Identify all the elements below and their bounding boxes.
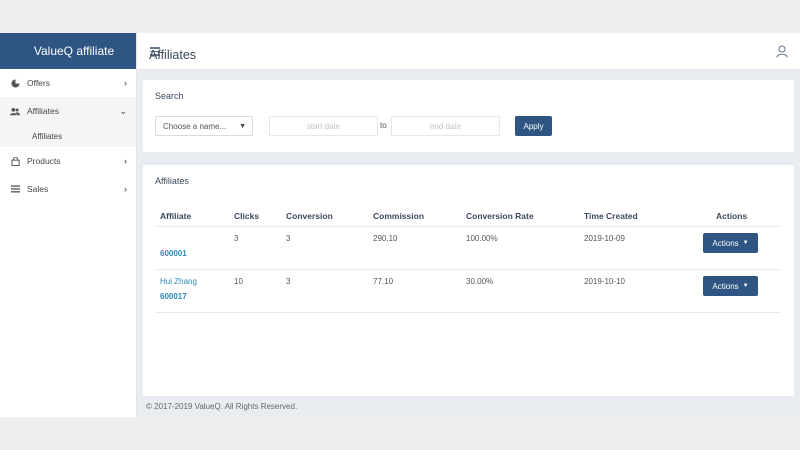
users-icon <box>10 106 20 116</box>
conversion-cell: 3 <box>286 277 291 286</box>
column-header-conversion-rate: Conversion Rate <box>466 211 534 221</box>
search-card: Search Choose a name... ▼ start date to … <box>143 80 794 152</box>
apply-button[interactable]: Apply <box>515 116 552 136</box>
time-created-cell: 2019-10-09 <box>584 234 625 243</box>
table-header: Affiliate Clicks Conversion Commission C… <box>155 205 781 227</box>
sidebar-item-products[interactable]: Products › <box>0 147 136 175</box>
name-select[interactable]: Choose a name... ▼ <box>155 116 253 136</box>
affiliate-id-link[interactable]: 600017 <box>160 292 187 301</box>
list-icon <box>10 184 20 194</box>
caret-down-icon: ▼ <box>742 240 749 246</box>
bag-icon <box>10 156 20 166</box>
page-title: Affiliates <box>149 48 197 62</box>
date-range-to-label: to <box>380 121 387 130</box>
column-header-clicks: Clicks <box>234 211 260 221</box>
actions-button[interactable]: Actions ▼ <box>703 276 758 296</box>
column-header-commission: Commission <box>373 211 425 221</box>
column-header-actions: Actions <box>716 211 748 221</box>
actions-button-label: Actions <box>712 238 739 248</box>
clicks-cell: 10 <box>234 277 243 286</box>
table-row: Hui Zhang 600017 10 3 77.10 30.00% 2019-… <box>155 270 781 313</box>
column-header-conversion: Conversion <box>286 211 333 221</box>
sidebar-item-label: Sales <box>27 184 49 194</box>
footer: © 2017-2019 ValueQ. All Rights Reserved. <box>137 396 800 417</box>
chevron-down-icon: ⌄ <box>119 105 127 116</box>
topbar <box>137 33 800 69</box>
pie-chart-icon <box>10 78 20 88</box>
sidebar: ValueQ affiliate Offers › Affiliates ⌄ A… <box>0 33 137 417</box>
caret-down-icon: ▼ <box>742 283 749 289</box>
sidebar-item-label: Offers <box>27 78 50 88</box>
start-date-input[interactable]: start date <box>269 116 378 136</box>
conversion-rate-cell: 30.00% <box>466 277 494 286</box>
sidebar-subitem-affiliates[interactable]: Affiliates <box>0 125 136 147</box>
affiliate-name-link[interactable]: Hui Zhang <box>160 277 197 286</box>
column-header-time-created: Time Created <box>584 211 638 221</box>
sidebar-item-label: Products <box>27 156 61 166</box>
clicks-cell: 3 <box>234 234 239 243</box>
conversion-cell: 3 <box>286 234 291 243</box>
search-card-title: Search <box>155 91 184 101</box>
chevron-right-icon: › <box>124 156 127 166</box>
actions-button[interactable]: Actions ▼ <box>703 233 758 253</box>
table-row: 600001 3 3 290.10 100.00% 2019-10-09 Act… <box>155 227 781 270</box>
chevron-right-icon: › <box>124 78 127 88</box>
brand-title[interactable]: ValueQ affiliate <box>0 33 136 69</box>
conversion-rate-cell: 100.00% <box>466 234 498 243</box>
actions-button-label: Actions <box>712 281 739 291</box>
chevron-right-icon: › <box>124 184 127 194</box>
name-select-value: Choose a name... <box>163 121 227 131</box>
affiliates-card-title: Affiliates <box>155 176 189 186</box>
affiliates-card: Affiliates Affiliate Clicks Conversion C… <box>143 165 794 396</box>
sidebar-item-affiliates[interactable]: Affiliates ⌄ <box>0 97 136 125</box>
end-date-input[interactable]: end date <box>391 116 500 136</box>
affiliates-table: Affiliate Clicks Conversion Commission C… <box>155 205 781 313</box>
affiliate-id-link[interactable]: 600001 <box>160 249 187 258</box>
sidebar-item-label: Affiliates <box>27 106 59 116</box>
user-icon[interactable] <box>776 45 788 58</box>
sidebar-item-offers[interactable]: Offers › <box>0 69 136 97</box>
time-created-cell: 2019-10-10 <box>584 277 625 286</box>
commission-cell: 77.10 <box>373 277 394 286</box>
caret-down-icon: ▼ <box>239 123 246 130</box>
commission-cell: 290.10 <box>373 234 398 243</box>
column-header-affiliate: Affiliate <box>160 211 192 221</box>
sidebar-item-sales[interactable]: Sales › <box>0 175 136 203</box>
